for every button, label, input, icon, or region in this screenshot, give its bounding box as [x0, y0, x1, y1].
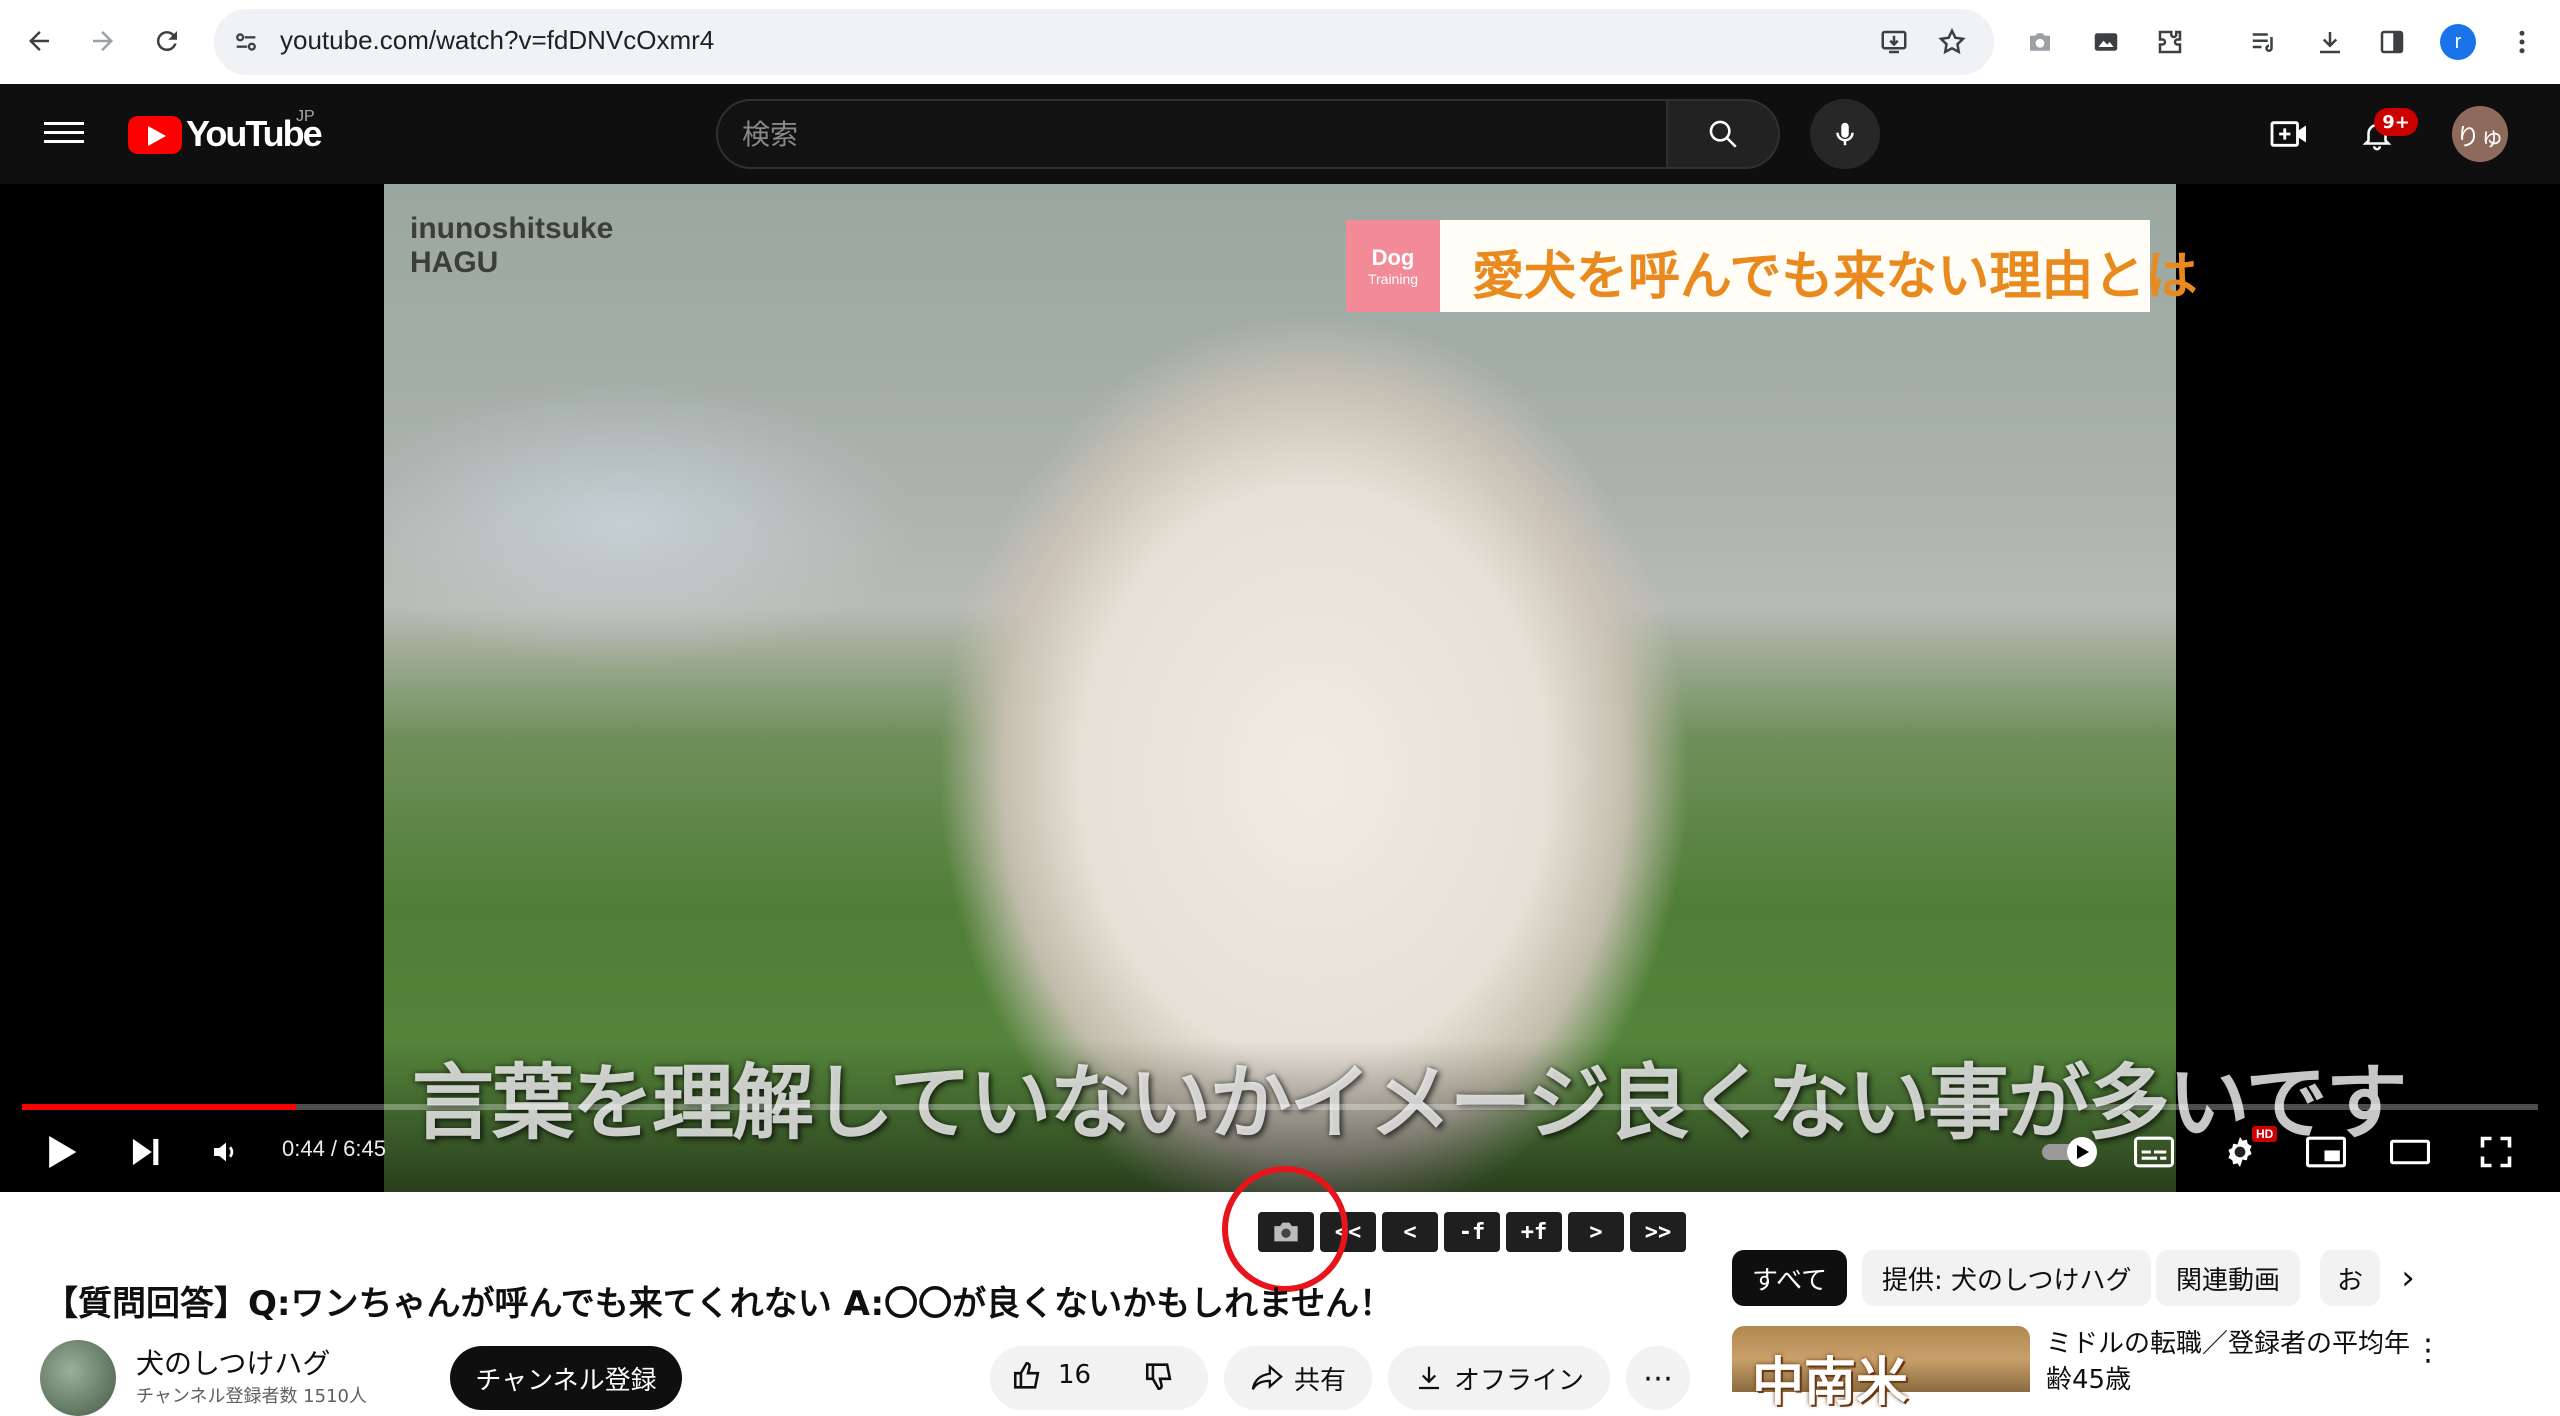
reload-icon[interactable] [144, 18, 190, 64]
share-label: 共有 [1293, 1365, 1346, 1396]
watermark-line2: HAGU [410, 246, 499, 279]
image-extension-icon[interactable] [2084, 20, 2128, 64]
subscribe-button[interactable]: チャンネル登録 [450, 1346, 682, 1410]
download-icon [1418, 1366, 1439, 1390]
frame-back-button[interactable]: -f [1444, 1212, 1500, 1252]
channel-name[interactable]: 犬のしつけハグ [136, 1342, 330, 1382]
dislike-button[interactable] [1138, 1354, 1182, 1398]
bookmark-star-icon[interactable] [1930, 20, 1974, 64]
thumbs-down-icon [1145, 1363, 1172, 1391]
fullscreen-button[interactable] [2468, 1128, 2524, 1176]
voice-search-button[interactable] [1810, 99, 1880, 169]
tag-main: Dog [1371, 245, 1415, 270]
camera-extension-icon[interactable] [2018, 20, 2062, 64]
download-icon[interactable] [2308, 20, 2352, 64]
tag-sub: Training [1367, 271, 1419, 287]
account-avatar[interactable]: りゅ [2452, 106, 2508, 162]
chip-truncated[interactable]: お [2320, 1250, 2380, 1306]
microphone-icon [1836, 122, 1854, 146]
notification-badge: 9+ [2374, 108, 2418, 136]
url-text[interactable]: youtube.com/watch?v=fdDNVcOxmr4 [280, 25, 714, 56]
offline-download-button[interactable]: オフライン [1388, 1346, 1610, 1410]
search-icon [1709, 120, 1737, 148]
create-video-button[interactable] [2266, 112, 2312, 156]
play-button[interactable] [34, 1128, 90, 1176]
recommendation-title[interactable]: ミドルの転職／登録者の平均年齢45歳 [2046, 1326, 2416, 1398]
offline-label: オフライン [1453, 1365, 1584, 1396]
extensions-puzzle-icon[interactable] [2148, 20, 2192, 64]
chip-related-videos[interactable]: 関連動画 [2156, 1250, 2301, 1306]
forward-icon[interactable] [80, 18, 126, 64]
volume-icon [214, 1142, 234, 1162]
profile-avatar[interactable]: r [2436, 20, 2480, 64]
search-button[interactable] [1668, 99, 1780, 169]
fullscreen-icon [2480, 1136, 2512, 1168]
channel-watermark: inunoshitsuke HAGU [410, 212, 613, 280]
profile-initial: r [2440, 24, 2476, 60]
install-app-icon[interactable] [1872, 20, 1916, 64]
time-display: 0:44 / 6:45 [282, 1136, 386, 1161]
recommendation-menu-icon[interactable]: ⋮ [2410, 1328, 2446, 1372]
seek-back-button[interactable]: < [1382, 1212, 1438, 1252]
browser-menu-icon[interactable] [2500, 20, 2544, 64]
site-info-icon[interactable] [224, 20, 268, 64]
autoplay-toggle[interactable] [2036, 1128, 2108, 1176]
back-icon[interactable] [16, 18, 62, 64]
video-title: 【質問回答】Q:ワンちゃんが呼んでも来てくれない A:〇〇が良くないかもしれませ… [44, 1284, 1394, 1324]
frame-forward-button[interactable]: +f [1506, 1212, 1562, 1252]
side-panel-icon[interactable] [2370, 20, 2414, 64]
chevron-right-icon[interactable]: › [2380, 1250, 2436, 1306]
banner-text: 愛犬を呼んでも来ない理由とは [1472, 247, 2198, 307]
chip-all[interactable]: すべて [1732, 1250, 1848, 1306]
chip-provided-by-channel[interactable]: 提供: 犬のしつけハグ [1862, 1250, 2152, 1306]
media-queue-icon[interactable] [2242, 20, 2286, 64]
share-button[interactable]: 共有 [1224, 1346, 1372, 1410]
autoplay-toggle-icon [2042, 1137, 2097, 1167]
seek-forward-button[interactable]: > [1568, 1212, 1624, 1252]
play-icon [49, 1136, 77, 1168]
hamburger-menu-icon[interactable] [44, 116, 84, 152]
more-actions-button[interactable]: ⋯ [1626, 1346, 1690, 1410]
subtitles-button[interactable] [2126, 1128, 2182, 1176]
mute-button[interactable] [198, 1128, 254, 1176]
progress-bar[interactable] [22, 1104, 2538, 1110]
channel-avatar[interactable] [40, 1340, 116, 1416]
miniplayer-button[interactable] [2298, 1128, 2354, 1176]
video-plus-icon [2270, 121, 2306, 147]
seek-forward-large-button[interactable]: >> [1630, 1212, 1686, 1252]
progress-fill [22, 1104, 297, 1110]
share-icon [1251, 1364, 1283, 1390]
watermark-line1: inunoshitsuke [410, 212, 614, 245]
theater-mode-icon [2390, 1139, 2430, 1165]
like-button[interactable] [1006, 1354, 1050, 1398]
theater-mode-button[interactable] [2382, 1128, 2438, 1176]
subtitles-icon [2134, 1136, 2174, 1168]
dog-training-tag: Dog Training [1346, 220, 1440, 312]
next-button[interactable] [118, 1128, 174, 1176]
channel-subscriber-count: チャンネル登録者数 1510人 [136, 1386, 367, 1407]
search-input[interactable] [742, 112, 1622, 156]
region-label: JP [296, 108, 315, 125]
youtube-logo-play-icon [148, 126, 166, 146]
recommendation-thumbnail-text: 中南米 [1752, 1353, 1909, 1413]
hd-badge: HD [2252, 1126, 2278, 1142]
miniplayer-icon [2306, 1136, 2346, 1168]
thumbs-up-icon [1013, 1361, 1040, 1389]
like-count: 16 [1058, 1360, 1092, 1390]
highlight-circle [1222, 1166, 1348, 1292]
skip-next-icon [132, 1138, 159, 1166]
